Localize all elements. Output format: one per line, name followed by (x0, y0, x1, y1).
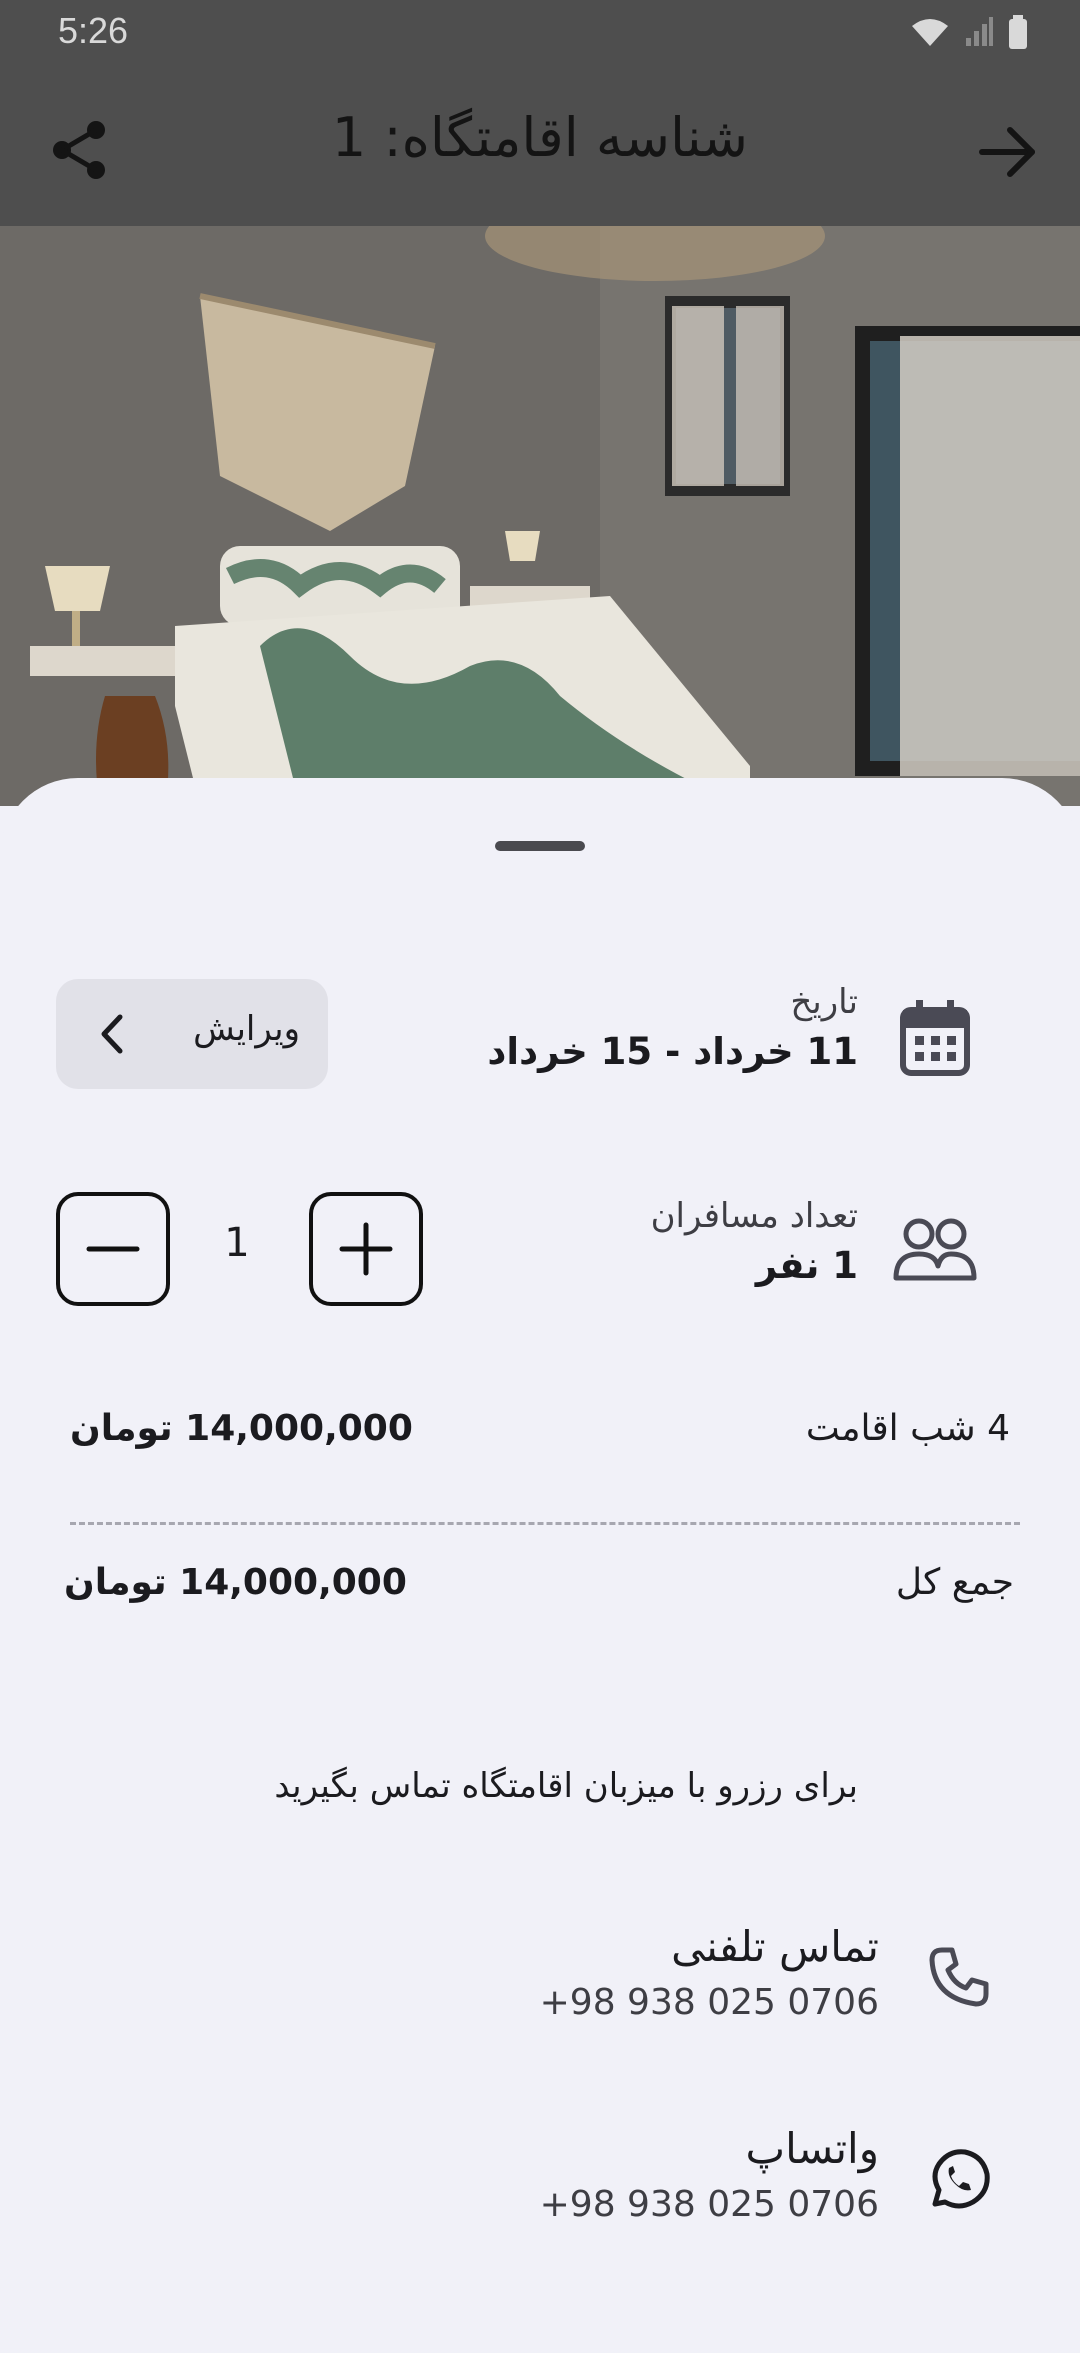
phone-contact-title: تماس تلفنی (671, 1922, 879, 1971)
page-title: شناسه اقامتگاه: 1 (331, 106, 749, 169)
total-label: جمع کل (895, 1562, 1014, 1603)
arrow-right-icon (979, 127, 1035, 177)
whatsapp-contact-number: +98 938 025 0706 (539, 2184, 879, 2225)
guest-count: 1 (224, 1220, 250, 1266)
chevron-left-icon (101, 1014, 123, 1054)
app-bar: شناسه اقامتگاه: 1 (0, 66, 1080, 226)
divider (70, 1522, 1020, 1525)
listing-photo (0, 226, 1080, 806)
status-time: 5:26 (58, 10, 129, 51)
edit-date-label: ویرایش (193, 1009, 300, 1049)
decrease-guests-button[interactable] (56, 1192, 170, 1306)
phone-contact-number: +98 938 025 0706 (539, 1982, 879, 2023)
minus-icon (86, 1246, 140, 1252)
nights-label: 4 شب اقامت (805, 1408, 1010, 1449)
total-price: 14,000,000 تومان (64, 1562, 407, 1603)
guests-value: 1 نفر (755, 1244, 858, 1287)
phone-icon (928, 1946, 990, 2012)
wifi-icon (912, 19, 948, 46)
status-icons (910, 14, 1028, 50)
drag-handle[interactable] (495, 841, 585, 851)
guests-label: تعداد مسافران (650, 1196, 858, 1236)
calendar-icon (900, 1000, 970, 1080)
contact-note: برای رزرو با میزبان اقامتگاه تماس بگیرید (274, 1766, 858, 1806)
battery-icon (1009, 15, 1027, 49)
plus-icon (339, 1222, 393, 1276)
booking-sheet: تاریخ 11 خرداد - 15 خرداد ویرایش تعداد م… (0, 778, 1080, 2353)
whatsapp-contact-title: واتساپ (745, 2124, 879, 2173)
back-button[interactable] (970, 114, 1046, 190)
date-value: 11 خرداد - 15 خرداد (487, 1030, 858, 1073)
increase-guests-button[interactable] (309, 1192, 423, 1306)
people-icon (893, 1218, 977, 1288)
nights-price: 14,000,000 تومان (70, 1408, 413, 1449)
status-bar: 5:26 (0, 0, 1080, 66)
edit-date-button[interactable]: ویرایش (56, 979, 328, 1089)
whatsapp-icon (925, 2146, 991, 2216)
signal-icon (966, 17, 993, 46)
date-label: تاریخ (790, 982, 858, 1022)
